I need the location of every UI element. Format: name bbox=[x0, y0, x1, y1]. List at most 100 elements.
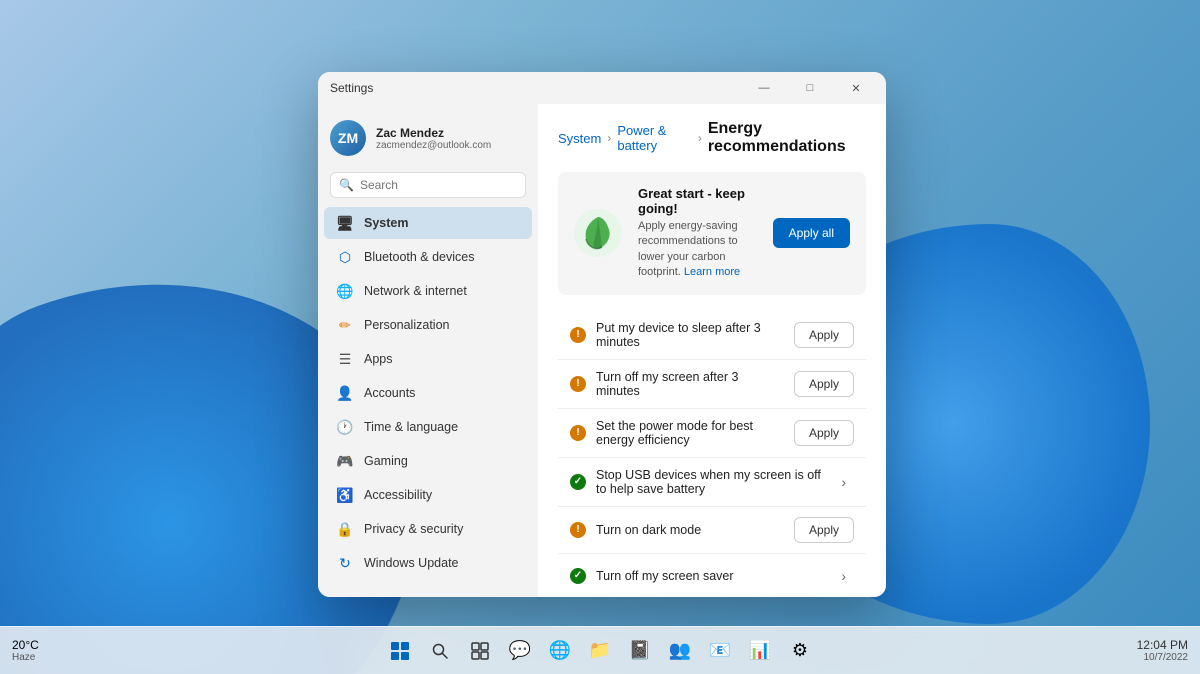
personalization-icon: ✏ bbox=[336, 316, 354, 334]
sidebar-item-gaming[interactable]: 🎮 Gaming bbox=[324, 445, 532, 477]
settings-window: Settings — □ ✕ ZM Zac Mendez zacmendez@o… bbox=[318, 72, 886, 597]
warning-indicator: ! bbox=[570, 522, 586, 538]
warning-indicator: ! bbox=[570, 425, 586, 441]
breadcrumb-system[interactable]: System bbox=[558, 131, 601, 146]
taskbar-center: 💬 🌐 📁 📓 👥 📧 📊 ⚙ bbox=[382, 633, 818, 669]
sidebar-item-personalization[interactable]: ✏ Personalization bbox=[324, 309, 532, 341]
window-title: Settings bbox=[330, 81, 373, 95]
weather-description: Haze bbox=[12, 652, 35, 663]
sidebar-item-apps[interactable]: ☰ Apps bbox=[324, 343, 532, 375]
edge-taskbar-button[interactable]: 🌐 bbox=[542, 633, 578, 669]
taskbar-left: 20°C Haze bbox=[12, 638, 39, 663]
rec-label-usb: Stop USB devices when my screen is off t… bbox=[596, 468, 823, 496]
apply-all-button[interactable]: Apply all bbox=[773, 218, 850, 248]
apply-power-mode-button[interactable]: Apply bbox=[794, 420, 854, 446]
sidebar-item-windows-update[interactable]: ↻ Windows Update bbox=[324, 547, 532, 579]
task-view-button[interactable] bbox=[462, 633, 498, 669]
sidebar-item-label: System bbox=[364, 216, 408, 230]
breadcrumb: System › Power & battery › Energy recomm… bbox=[558, 120, 866, 156]
sidebar-item-system[interactable]: 🖥 System bbox=[324, 207, 532, 239]
apply-screen-off-button[interactable]: Apply bbox=[794, 371, 854, 397]
settings-taskbar-button[interactable]: ⚙ bbox=[782, 633, 818, 669]
warning-indicator: ! bbox=[570, 376, 586, 392]
gaming-icon: 🎮 bbox=[336, 452, 354, 470]
user-profile[interactable]: ZM Zac Mendez zacmendez@outlook.com bbox=[318, 112, 538, 168]
teams-taskbar-button[interactable]: 👥 bbox=[662, 633, 698, 669]
window-controls: — □ ✕ bbox=[742, 74, 878, 102]
rec-row-screen-off: ! Turn off my screen after 3 minutes App… bbox=[558, 360, 866, 409]
search-input[interactable] bbox=[360, 178, 517, 192]
breadcrumb-current: Energy recommendations bbox=[708, 120, 866, 156]
hero-card: Great start - keep going! Apply energy-s… bbox=[558, 172, 866, 295]
rec-label-screensaver: Turn off my screen saver bbox=[596, 569, 823, 583]
breadcrumb-sep-1: › bbox=[607, 131, 611, 145]
breadcrumb-power[interactable]: Power & battery bbox=[617, 123, 691, 153]
rec-row-power-mode: ! Set the power mode for best energy eff… bbox=[558, 409, 866, 458]
taskbar: 20°C Haze 💬 bbox=[0, 626, 1200, 674]
rec-row-usb[interactable]: ✓ Stop USB devices when my screen is off… bbox=[558, 458, 866, 507]
clock-date: 10/7/2022 bbox=[1144, 652, 1189, 663]
sidebar-item-label: Accessibility bbox=[364, 488, 432, 502]
sidebar-item-label: Accounts bbox=[364, 386, 415, 400]
sidebar-item-time[interactable]: 🕐 Time & language bbox=[324, 411, 532, 443]
user-info: Zac Mendez zacmendez@outlook.com bbox=[376, 126, 491, 151]
sidebar-item-label: Personalization bbox=[364, 318, 449, 332]
energy-leaf-icon bbox=[574, 209, 622, 257]
warning-indicator: ! bbox=[570, 327, 586, 343]
chevron-right-icon[interactable]: › bbox=[833, 564, 854, 588]
system-icon: 🖥 bbox=[336, 214, 354, 232]
avatar: ZM bbox=[330, 120, 366, 156]
rec-label-screen-off: Turn off my screen after 3 minutes bbox=[596, 370, 784, 398]
chevron-right-icon[interactable]: › bbox=[833, 470, 854, 494]
minimize-button[interactable]: — bbox=[742, 74, 786, 102]
ok-indicator: ✓ bbox=[570, 474, 586, 490]
rec-row-sleep: ! Put my device to sleep after 3 minutes… bbox=[558, 311, 866, 360]
sidebar-item-label: Windows Update bbox=[364, 556, 459, 570]
windows-update-icon: ↻ bbox=[336, 554, 354, 572]
weather-info: 20°C Haze bbox=[12, 638, 39, 663]
ok-indicator: ✓ bbox=[570, 568, 586, 584]
apps-icon: ☰ bbox=[336, 350, 354, 368]
rec-row-screensaver[interactable]: ✓ Turn off my screen saver › bbox=[558, 554, 866, 597]
hero-title: Great start - keep going! bbox=[638, 186, 757, 216]
powerpoint-taskbar-button[interactable]: 📊 bbox=[742, 633, 778, 669]
outlook-taskbar-button[interactable]: 📧 bbox=[702, 633, 738, 669]
learn-more-link[interactable]: Learn more bbox=[684, 266, 740, 278]
sidebar-item-label: Network & internet bbox=[364, 284, 467, 298]
onenote-taskbar-button[interactable]: 📓 bbox=[622, 633, 658, 669]
recommendations-list: ! Put my device to sleep after 3 minutes… bbox=[558, 311, 866, 597]
search-icon: 🔍 bbox=[339, 178, 354, 192]
search-box[interactable]: 🔍 bbox=[330, 172, 526, 198]
sidebar-item-network[interactable]: 🌐 Network & internet bbox=[324, 275, 532, 307]
sidebar-item-privacy[interactable]: 🔒 Privacy & security bbox=[324, 513, 532, 545]
privacy-icon: 🔒 bbox=[336, 520, 354, 538]
main-content: System › Power & battery › Energy recomm… bbox=[538, 104, 886, 597]
rec-label-power-mode: Set the power mode for best energy effic… bbox=[596, 419, 784, 447]
start-button[interactable] bbox=[382, 633, 418, 669]
rec-row-dark-mode: ! Turn on dark mode Apply bbox=[558, 507, 866, 554]
breadcrumb-sep-2: › bbox=[698, 131, 702, 145]
window-body: ZM Zac Mendez zacmendez@outlook.com 🔍 🖥 … bbox=[318, 104, 886, 597]
weather-temperature: 20°C bbox=[12, 638, 39, 652]
sidebar-item-bluetooth[interactable]: ⬡ Bluetooth & devices bbox=[324, 241, 532, 273]
apply-sleep-button[interactable]: Apply bbox=[794, 322, 854, 348]
accessibility-icon: ♿ bbox=[336, 486, 354, 504]
clock-time: 12:04 PM bbox=[1137, 638, 1188, 652]
maximize-button[interactable]: □ bbox=[788, 74, 832, 102]
search-taskbar-button[interactable] bbox=[422, 633, 458, 669]
taskbar-right: 12:04 PM 10/7/2022 bbox=[1137, 638, 1188, 663]
time-icon: 🕐 bbox=[336, 418, 354, 436]
sidebar-item-label: Gaming bbox=[364, 454, 408, 468]
clock-info: 12:04 PM 10/7/2022 bbox=[1137, 638, 1188, 663]
user-email: zacmendez@outlook.com bbox=[376, 140, 491, 151]
sidebar-item-accounts[interactable]: 👤 Accounts bbox=[324, 377, 532, 409]
apply-dark-mode-button[interactable]: Apply bbox=[794, 517, 854, 543]
chat-taskbar-button[interactable]: 💬 bbox=[502, 633, 538, 669]
close-button[interactable]: ✕ bbox=[834, 74, 878, 102]
sidebar-item-accessibility[interactable]: ♿ Accessibility bbox=[324, 479, 532, 511]
file-explorer-taskbar-button[interactable]: 📁 bbox=[582, 633, 618, 669]
user-name: Zac Mendez bbox=[376, 126, 491, 140]
bluetooth-icon: ⬡ bbox=[336, 248, 354, 266]
sidebar-item-label: Apps bbox=[364, 352, 393, 366]
sidebar-item-label: Privacy & security bbox=[364, 522, 463, 536]
